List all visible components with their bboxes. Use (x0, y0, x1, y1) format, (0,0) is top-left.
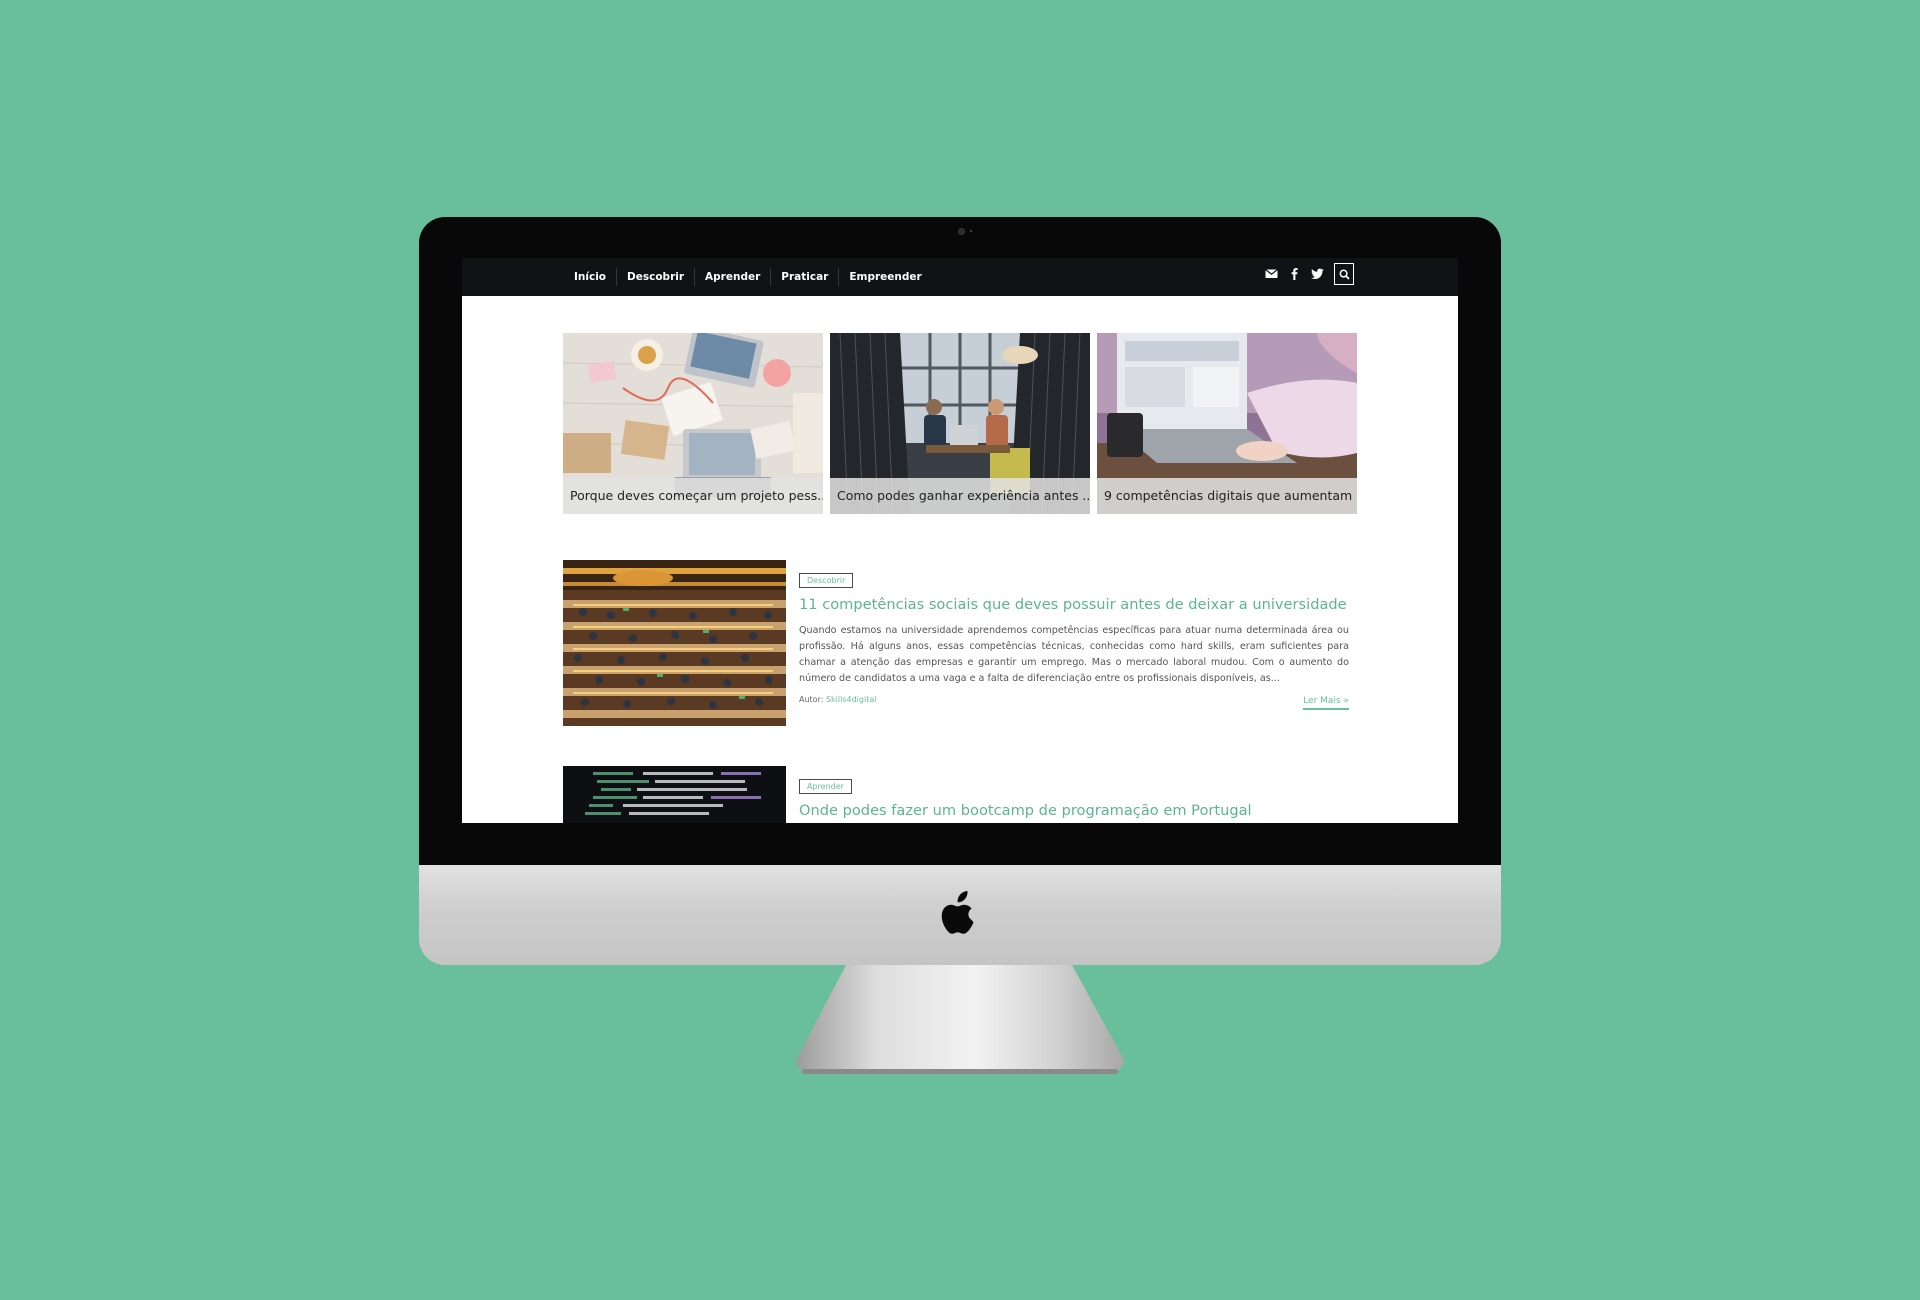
nav-item-aprender[interactable]: Aprender (694, 268, 770, 286)
post-thumbnail[interactable] (563, 560, 786, 726)
browser-viewport: Início Descobrir Aprender Praticar Empre… (462, 258, 1458, 823)
social-links (1265, 267, 1324, 280)
envelope-icon[interactable] (1265, 267, 1278, 280)
post-content: Descobrir 11 competências sociais que de… (799, 568, 1349, 715)
featured-card[interactable]: Porque deves começar um projeto pess... (563, 333, 823, 514)
featured-card[interactable]: Como podes ganhar experiência antes ... (830, 333, 1090, 514)
post-title[interactable]: 11 competências sociais que deves possui… (799, 595, 1349, 615)
search-icon (1339, 269, 1350, 280)
nav-item-inicio[interactable]: Início (564, 268, 616, 286)
post-item: Aprender Onde podes fazer um bootcamp de… (563, 766, 1357, 823)
post-content: Aprender Onde podes fazer um bootcamp de… (799, 774, 1349, 821)
featured-card[interactable]: 9 competências digitais que aumentam ... (1097, 333, 1357, 514)
nav-item-empreender[interactable]: Empreender (838, 268, 931, 286)
camera (958, 228, 965, 235)
post-thumbnail[interactable] (563, 766, 786, 823)
top-navbar: Início Descobrir Aprender Praticar Empre… (462, 258, 1458, 296)
nav-item-praticar[interactable]: Praticar (770, 268, 838, 286)
featured-caption: Porque deves começar um projeto pess... (563, 478, 823, 514)
camera-indicator (970, 230, 972, 232)
nav-item-descobrir[interactable]: Descobrir (616, 268, 694, 286)
category-tag[interactable]: Aprender (799, 779, 852, 794)
search-button[interactable] (1334, 263, 1354, 285)
category-tag[interactable]: Descobrir (799, 573, 854, 588)
apple-logo-icon (941, 891, 974, 934)
post-title[interactable]: Onde podes fazer um bootcamp de programa… (799, 801, 1349, 821)
main-menu: Início Descobrir Aprender Praticar Empre… (564, 258, 932, 296)
featured-caption: 9 competências digitais que aumentam ... (1097, 478, 1357, 514)
author-link[interactable]: Skills4digital (826, 695, 877, 704)
post-meta: Autor: Skills4digital Ler Mais » (799, 695, 1349, 715)
facebook-icon[interactable] (1288, 267, 1301, 280)
featured-caption: Como podes ganhar experiência antes ... (830, 478, 1090, 514)
author-label: Autor: (799, 695, 824, 704)
monitor-stand (796, 965, 1124, 1074)
post-image-library (563, 560, 786, 726)
twitter-icon[interactable] (1311, 267, 1324, 280)
featured-posts: Porque deves começar um projeto pess... (563, 333, 1357, 514)
post-excerpt: Quando estamos na universidade aprendemo… (799, 625, 1349, 684)
post-item: Descobrir 11 competências sociais que de… (563, 560, 1357, 730)
read-more-link[interactable]: Ler Mais » (1303, 696, 1349, 710)
post-image-code (563, 766, 786, 823)
